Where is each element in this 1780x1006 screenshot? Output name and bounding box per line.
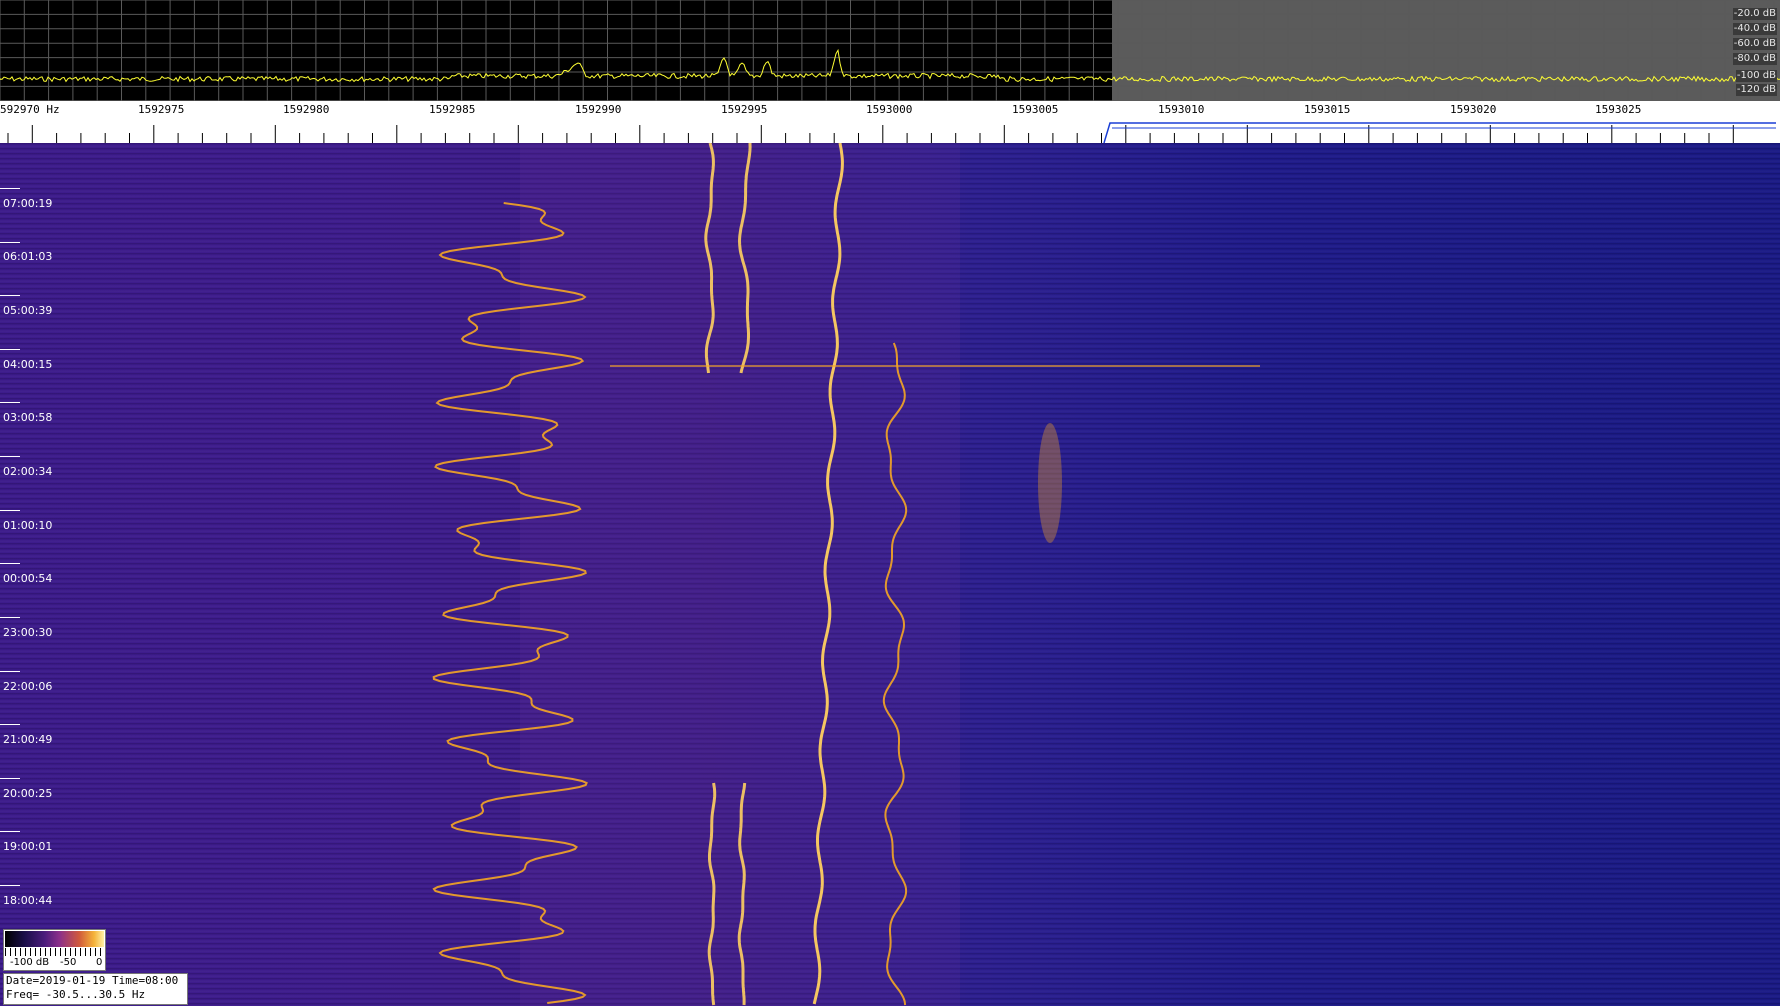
time-label: 07:00:19 [3, 197, 53, 210]
db-label-80: -80.0 dB [1732, 53, 1777, 65]
time-tick [0, 724, 20, 725]
time-label: 02:00:34 [3, 465, 53, 478]
inactive-region [1112, 0, 1780, 101]
time-tick [0, 295, 20, 296]
time-label: 19:00:01 [3, 840, 53, 853]
freq-label: 1593000 [866, 103, 913, 116]
freq-label: 1593005 [1012, 103, 1059, 116]
color-scale-min-label: -100 dB [10, 957, 50, 968]
time-tick [0, 831, 20, 832]
freq-label: 1593020 [1450, 103, 1497, 116]
color-scale-ticks [5, 948, 104, 956]
info-box: Date=2019-01-19 Time=08:00 Freq= -30.5..… [3, 973, 188, 1005]
db-label-20: -20.0 dB [1732, 8, 1777, 20]
time-tick [0, 402, 20, 403]
signal-blob [1038, 423, 1062, 543]
passband-marker [1103, 122, 1776, 144]
time-label: 04:00:15 [3, 358, 53, 371]
time-label: 06:01:03 [3, 250, 53, 263]
waterfall-display[interactable]: 07:00:19 06:01:03 05:00:39 04:00:15 03:0… [0, 143, 1780, 1006]
color-scale-legend: -100 dB -50 0 [3, 929, 106, 971]
date-time-text: Date=2019-01-19 Time=08:00 [6, 974, 179, 987]
color-scale-bar [5, 931, 104, 947]
db-label-40: -40.0 dB [1732, 23, 1777, 35]
waterfall-traces [432, 143, 1260, 1006]
time-tick [0, 671, 20, 672]
time-label: 20:00:25 [3, 787, 53, 800]
freq-label: 1593015 [1304, 103, 1351, 116]
time-label: 21:00:49 [3, 733, 53, 746]
db-label-100: -100 dB [1735, 70, 1777, 82]
time-label: 00:00:54 [3, 572, 53, 585]
frequency-ruler[interactable]: 592970 Hz 1592975 1592980 1592985 159299… [0, 101, 1780, 144]
db-label-60: -60.0 dB [1732, 38, 1777, 50]
time-tick [0, 349, 20, 350]
time-tick [0, 188, 20, 189]
freq-label: 1593025 [1595, 103, 1642, 116]
time-tick [0, 510, 20, 511]
time-tick [0, 885, 20, 886]
freq-label: 1593010 [1158, 103, 1205, 116]
time-label: 03:00:58 [3, 411, 53, 424]
time-label: 23:00:30 [3, 626, 53, 639]
time-tick [0, 563, 20, 564]
db-label-120: -120 dB [1735, 84, 1777, 96]
signal-haze [520, 143, 960, 1006]
freq-label: 1592995 [721, 103, 768, 116]
freq-label: 592970 Hz [0, 103, 60, 116]
color-scale-mid-label: -50 [60, 957, 77, 968]
freq-range-text: Freq= -30.5...30.5 Hz [6, 988, 146, 1001]
freq-label: 1592975 [138, 103, 185, 116]
time-tick [0, 456, 20, 457]
freq-label: 1592990 [575, 103, 622, 116]
time-label: 05:00:39 [3, 304, 53, 317]
time-tick [0, 778, 20, 779]
time-label: 18:00:44 [3, 894, 53, 907]
color-scale-max-label: 0 [96, 957, 103, 968]
freq-label: 1592985 [429, 103, 476, 116]
spectrum-plot [0, 0, 1780, 101]
freq-label: 1592980 [283, 103, 330, 116]
time-tick [0, 617, 20, 618]
spectrum-panel[interactable]: -20.0 dB -40.0 dB -60.0 dB -80.0 dB -100… [0, 0, 1780, 101]
time-tick [0, 242, 20, 243]
time-label: 22:00:06 [3, 680, 53, 693]
time-label: 01:00:10 [3, 519, 53, 532]
